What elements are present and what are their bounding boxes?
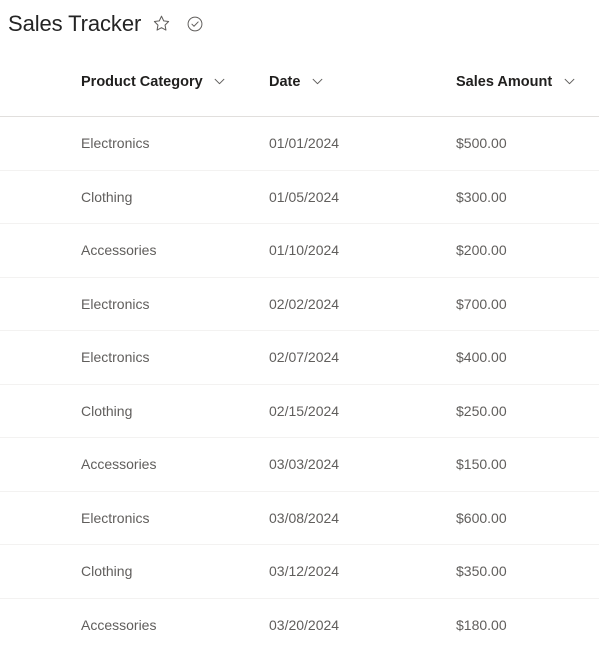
cell-product-category: Electronics: [81, 509, 150, 526]
cell-date: 01/01/2024: [269, 135, 340, 152]
table-row[interactable]: Accessories 03/03/2024 $150.00: [0, 438, 599, 492]
cell-product-category: Electronics: [81, 135, 150, 152]
column-header-product-category[interactable]: Product Category: [0, 74, 269, 90]
cell-product-category: Clothing: [81, 188, 133, 205]
star-icon[interactable]: [147, 10, 175, 38]
cell-sales-amount: $400.00: [456, 349, 507, 366]
cell-date: 03/03/2024: [269, 456, 340, 473]
cell-product-category: Clothing: [81, 402, 133, 419]
cell-sales-amount: $300.00: [456, 188, 507, 205]
table-row[interactable]: Electronics 03/08/2024 $600.00: [0, 492, 599, 545]
cell-sales-amount: $180.00: [456, 617, 507, 634]
cell-product-category: Electronics: [81, 349, 150, 366]
page-title: Sales Tracker: [8, 10, 142, 36]
column-header-date[interactable]: Date: [269, 74, 456, 90]
chevron-down-icon[interactable]: [309, 74, 325, 90]
cell-product-category: Accessories: [81, 242, 157, 259]
cell-date: 03/20/2024: [269, 617, 340, 634]
table-row[interactable]: Clothing 02/15/2024 $250.00: [0, 385, 599, 438]
table-row[interactable]: Electronics 02/02/2024 $700.00: [0, 278, 599, 331]
table-row[interactable]: Electronics 02/07/2024 $400.00: [0, 331, 599, 385]
chevron-down-icon[interactable]: [561, 74, 577, 90]
cell-date: 02/07/2024: [269, 349, 340, 366]
cell-sales-amount: $500.00: [456, 135, 507, 152]
column-header-label: Sales Amount: [456, 73, 553, 90]
cell-product-category: Accessories: [81, 617, 157, 634]
cell-date: 03/08/2024: [269, 509, 340, 526]
list-title-bar: Sales Tracker: [0, 0, 599, 47]
check-circle-icon[interactable]: [181, 10, 209, 38]
cell-product-category: Accessories: [81, 456, 157, 473]
table-body: Electronics 01/01/2024 $500.00 Clothing 01/0…: [0, 117, 599, 652]
column-header-sales-amount[interactable]: Sales Amount: [456, 74, 599, 90]
sales-list: Product Category Date Sales Amount Elect…: [0, 47, 599, 652]
table-row[interactable]: Clothing 03/12/2024 $350.00: [0, 545, 599, 599]
chevron-down-icon[interactable]: [212, 74, 228, 90]
table-row[interactable]: Clothing 01/05/2024 $300.00: [0, 171, 599, 224]
table-row[interactable]: Accessories 01/10/2024 $200.00: [0, 224, 599, 278]
cell-product-category: Clothing: [81, 563, 133, 580]
cell-date: 01/05/2024: [269, 188, 340, 205]
cell-date: 02/02/2024: [269, 295, 340, 312]
cell-sales-amount: $700.00: [456, 295, 507, 312]
cell-date: 01/10/2024: [269, 242, 340, 259]
cell-product-category: Electronics: [81, 295, 150, 312]
cell-sales-amount: $250.00: [456, 402, 507, 419]
column-header-label: Product Category: [81, 73, 203, 90]
column-header-label: Date: [269, 73, 301, 90]
cell-sales-amount: $150.00: [456, 456, 507, 473]
cell-date: 03/12/2024: [269, 563, 340, 580]
table-row[interactable]: Electronics 01/01/2024 $500.00: [0, 117, 599, 171]
table-header-row: Product Category Date Sales Amount: [0, 47, 599, 117]
cell-sales-amount: $600.00: [456, 509, 507, 526]
cell-sales-amount: $200.00: [456, 242, 507, 259]
table-row[interactable]: Accessories 03/20/2024 $180.00: [0, 599, 599, 652]
cell-sales-amount: $350.00: [456, 563, 507, 580]
cell-date: 02/15/2024: [269, 402, 340, 419]
